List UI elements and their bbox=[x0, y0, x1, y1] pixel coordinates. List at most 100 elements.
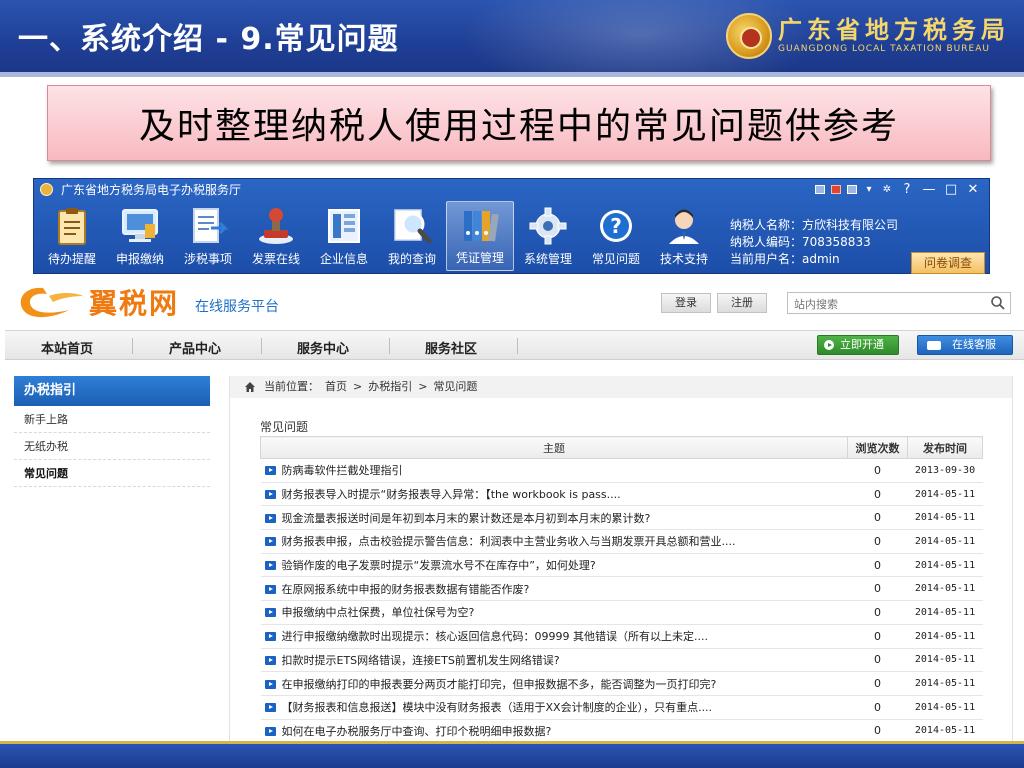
faq-views-cell: 0 bbox=[847, 624, 908, 649]
tool-my-query[interactable]: 我的查询 bbox=[378, 201, 446, 271]
table-header-row: 主题 浏览次数 发布时间 bbox=[260, 436, 983, 459]
open-now-button[interactable]: 立即开通 bbox=[817, 335, 899, 355]
faq-link[interactable]: 财务报表申报，点击校验提示警告信息：利润表中主营业务收入与当期发票开具总额和营业… bbox=[282, 535, 736, 548]
faq-link[interactable]: 防病毒软件拦截处理指引 bbox=[282, 464, 403, 477]
brand-name[interactable]: 翼税网 bbox=[89, 282, 179, 322]
faq-subject-cell[interactable]: 防病毒软件拦截处理指引 bbox=[260, 458, 848, 483]
table-row[interactable]: 财务报表申报，点击校验提示警告信息：利润表中主营业务收入与当期发票开具总额和营业… bbox=[260, 529, 983, 554]
faq-views-cell: 0 bbox=[847, 458, 908, 483]
close-icon[interactable]: ✕ bbox=[965, 183, 981, 196]
faq-subject-cell[interactable]: 申报缴纳中点社保费，单位社保号为空? bbox=[260, 600, 848, 625]
faq-link[interactable]: 验销作废的电子发票时提示“发票流水号不在库存中”，如何处理? bbox=[282, 559, 596, 572]
bureau-text: 广东省地方税务局 GUANGDONG LOCAL TAXATION BUREAU bbox=[778, 17, 1010, 55]
brand-swirl-logo-icon[interactable] bbox=[13, 282, 85, 322]
table-row[interactable]: 现金流量表报送时间是年初到本月末的累计数还是本月初到本月末的累计数? 0 2014-… bbox=[260, 505, 983, 531]
table-row[interactable]: 财务报表导入时提示“财务报表导入异常：【the workbook is pass… bbox=[260, 482, 983, 507]
tool-label: 我的查询 bbox=[387, 252, 436, 266]
maximize-icon[interactable]: □ bbox=[943, 183, 959, 196]
faq-views-cell: 0 bbox=[847, 648, 908, 673]
sidebar-item-paperless[interactable]: 无纸办税 bbox=[14, 433, 210, 460]
nav-products[interactable]: 产品中心 bbox=[169, 338, 221, 357]
table-row[interactable]: 在申报缴纳打印的申报表要分两页才能打印完，但申报数据不多，能否调整为一页打印完?… bbox=[260, 671, 983, 696]
faq-subject-cell[interactable]: 在原网报系统中申报的财务报表数据有错能否作废? bbox=[260, 576, 848, 602]
breadcrumb-home[interactable]: 首页 bbox=[325, 376, 347, 398]
faq-views-cell: 0 bbox=[847, 529, 908, 554]
theme-red-icon[interactable] bbox=[831, 184, 841, 194]
tool-todo-reminder[interactable]: 待办提醒 bbox=[38, 201, 106, 271]
tool-declare-pay[interactable]: 申报缴纳 bbox=[106, 201, 174, 271]
brand-tagline: 在线服务平台 bbox=[195, 299, 279, 315]
table-row[interactable]: 防病毒软件拦截处理指引 0 2013-09-30 bbox=[260, 458, 983, 483]
faq-subject-cell[interactable]: 在申报缴纳打印的申报表要分两页才能打印完，但申报数据不多，能否调整为一页打印完? bbox=[260, 671, 848, 696]
layout-icon[interactable] bbox=[847, 184, 857, 194]
settings-icon[interactable]: ✲ bbox=[881, 184, 893, 195]
faq-table-body: 防病毒软件拦截处理指引 0 2013-09-30 财务报表导入时提示“财务报表导入异常… bbox=[260, 458, 983, 744]
faq-subject-cell[interactable]: 【财务报表和信息报送】模块中没有财务报表（适用于XX会计制度的企业），只有重点.… bbox=[260, 695, 848, 720]
nav-community[interactable]: 服务社区 bbox=[425, 338, 477, 357]
breadcrumb-current: 常见问题 bbox=[433, 380, 478, 393]
faq-subject-cell[interactable]: 现金流量表报送时间是年初到本月末的累计数还是本月初到本月末的累计数? bbox=[260, 505, 848, 531]
tool-enterprise-info[interactable]: 企业信息 bbox=[310, 201, 378, 271]
table-row[interactable]: 如何在电子办税服务厅中查询、打印个税明细申报数据? 0 2014-05-11 bbox=[260, 719, 983, 744]
register-button[interactable]: 注册 bbox=[717, 293, 767, 313]
play-bullet-icon bbox=[264, 608, 276, 618]
faq-subject-cell[interactable]: 如何在电子办税服务厅中查询、打印个税明细申报数据? bbox=[260, 719, 848, 744]
table-row[interactable]: 【财务报表和信息报送】模块中没有财务报表（适用于XX会计制度的企业），只有重点.… bbox=[260, 695, 983, 720]
clipboard-icon bbox=[58, 208, 86, 245]
faq-date-cell: 2014-05-11 bbox=[907, 648, 983, 673]
play-bullet-icon bbox=[264, 466, 276, 476]
faq-date-cell: 2014-05-11 bbox=[907, 482, 983, 507]
faq-link[interactable]: 进行申报缴纳缴款时出现提示：核心返回信息代码：09999 其他错误（所有以上未定… bbox=[282, 630, 708, 643]
faq-views-cell: 0 bbox=[847, 576, 908, 602]
faq-link[interactable]: 现金流量表报送时间是年初到本月末的累计数还是本月初到本月末的累计数? bbox=[282, 512, 651, 525]
faq-link[interactable]: 申报缴纳中点社保费，单位社保号为空? bbox=[282, 606, 475, 619]
play-bullet-icon bbox=[264, 513, 276, 523]
table-row[interactable]: 在原网报系统中申报的财务报表数据有错能否作废? 0 2014-05-11 bbox=[260, 576, 983, 602]
sidebar-item-beginner[interactable]: 新手上路 bbox=[14, 406, 210, 433]
table-row[interactable]: 验销作废的电子发票时提示“发票流水号不在库存中”，如何处理? 0 2014-05-1… bbox=[260, 553, 983, 578]
faq-subject-cell[interactable]: 财务报表申报，点击校验提示警告信息：利润表中主营业务收入与当期发票开具总额和营业… bbox=[260, 529, 848, 554]
app-title: 广东省地方税务局电子办税服务厅 bbox=[61, 182, 242, 197]
tool-tech-support[interactable]: 技术支持 bbox=[650, 201, 718, 271]
nav-home[interactable]: 本站首页 bbox=[41, 338, 93, 357]
building-icon bbox=[328, 209, 360, 243]
faq-subject-cell[interactable]: 扣款时提示ETS网络错误，连接ETS前置机发生网络错误? bbox=[260, 648, 848, 673]
nav-service-center[interactable]: 服务中心 bbox=[297, 338, 349, 357]
website-panel: 翼税网 在线服务平台 登录 注册 本站首页 产品中心 服务中心 服务社区 立即开… bbox=[5, 274, 1024, 744]
skin-icon[interactable] bbox=[815, 184, 825, 194]
site-nav: 本站首页 产品中心 服务中心 服务社区 立即开通 在线客服 bbox=[5, 330, 1024, 360]
faq-link[interactable]: 如何在电子办税服务厅中查询、打印个税明细申报数据? bbox=[282, 725, 552, 738]
search-input[interactable] bbox=[788, 294, 978, 315]
shirt-icon[interactable]: ▾ bbox=[863, 184, 875, 195]
faq-link[interactable]: 【财务报表和信息报送】模块中没有财务报表（适用于XX会计制度的企业），只有重点.… bbox=[282, 701, 713, 714]
column-views: 浏览次数 bbox=[847, 436, 908, 459]
tool-system-management[interactable]: 系统管理 bbox=[514, 201, 582, 271]
minimize-icon[interactable]: — bbox=[921, 183, 937, 196]
table-row[interactable]: 申报缴纳中点社保费，单位社保号为空? 0 2014-05-11 bbox=[260, 600, 983, 625]
app-logo-icon bbox=[40, 182, 53, 196]
faq-subject-cell[interactable]: 验销作废的电子发票时提示“发票流水号不在库存中”，如何处理? bbox=[260, 553, 848, 578]
sidebar-item-faq[interactable]: 常见问题 bbox=[14, 460, 210, 487]
faq-subject-cell[interactable]: 财务报表导入时提示“财务报表导入异常：【the workbook is pass… bbox=[260, 482, 848, 507]
faq-link[interactable]: 在原网报系统中申报的财务报表数据有错能否作废? bbox=[282, 583, 530, 596]
search-icon[interactable] bbox=[990, 295, 1006, 311]
table-row[interactable]: 进行申报缴纳缴款时出现提示：核心返回信息代码：09999 其他错误（所有以上未定… bbox=[260, 624, 983, 649]
breadcrumb-section[interactable]: 办税指引 bbox=[368, 376, 412, 398]
faq-subject-cell[interactable]: 进行申报缴纳缴款时出现提示：核心返回信息代码：09999 其他错误（所有以上未定… bbox=[260, 624, 848, 649]
column-subject: 主题 bbox=[260, 436, 848, 459]
tool-invoice-online[interactable]: 发票在线 bbox=[242, 201, 310, 271]
slide-footer bbox=[0, 741, 1024, 768]
tool-faq[interactable]: ? 常见问题 bbox=[582, 201, 650, 271]
faq-date-cell: 2014-05-11 bbox=[907, 624, 983, 649]
login-button[interactable]: 登录 bbox=[661, 293, 711, 313]
help-icon[interactable]: ? bbox=[899, 183, 915, 196]
survey-button[interactable]: 问卷调查 bbox=[911, 252, 985, 274]
faq-link[interactable]: 在申报缴纳打印的申报表要分两页才能打印完，但申报数据不多，能否调整为一页打印完? bbox=[282, 678, 717, 691]
tool-voucher-management[interactable]: 凭证管理 bbox=[446, 201, 514, 271]
table-row[interactable]: 扣款时提示ETS网络错误，连接ETS前置机发生网络错误? 0 2014-05-11 bbox=[260, 648, 983, 673]
online-service-button[interactable]: 在线客服 bbox=[917, 335, 1013, 355]
tool-tax-matters[interactable]: 涉税事项 bbox=[174, 201, 242, 271]
gear-icon bbox=[529, 207, 567, 245]
faq-link[interactable]: 财务报表导入时提示“财务报表导入异常：【the workbook is pass… bbox=[282, 488, 621, 501]
faq-link[interactable]: 扣款时提示ETS网络错误，连接ETS前置机发生网络错误? bbox=[282, 654, 560, 667]
